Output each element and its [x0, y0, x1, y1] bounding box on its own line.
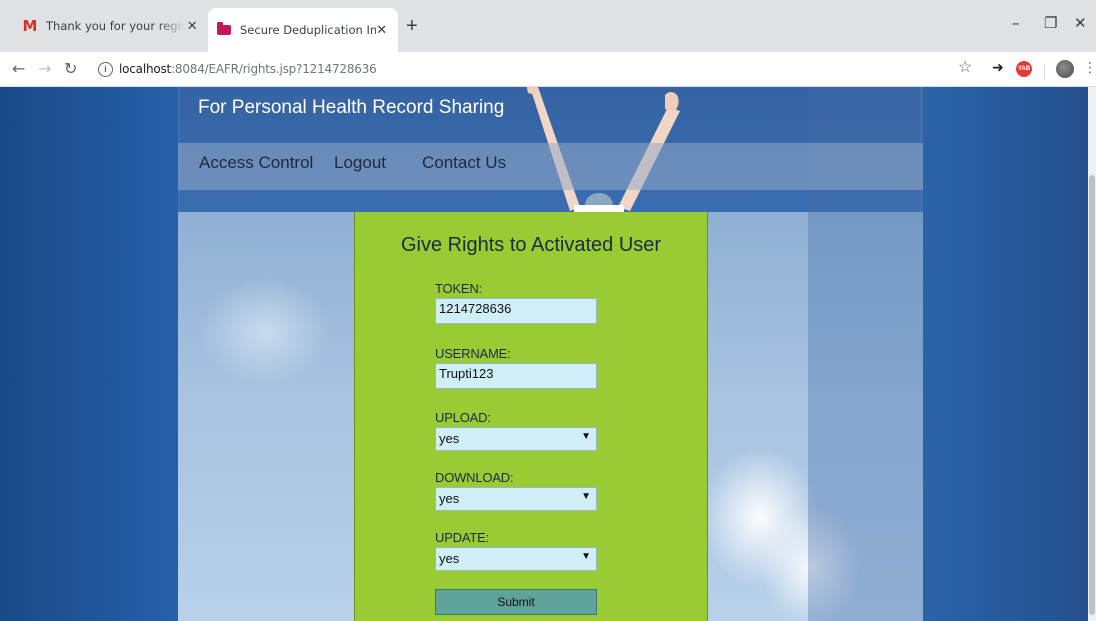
back-arrow-icon[interactable]: ← [12, 59, 25, 78]
upload-label: UPLOAD: [435, 410, 491, 425]
download-select[interactable]: yes ▼ [435, 487, 597, 511]
cloud-image [200, 277, 330, 387]
extension-icon[interactable]: YAB [1016, 61, 1032, 77]
token-label: TOKEN: [435, 281, 482, 296]
username-field[interactable]: Trupti123 [435, 363, 597, 389]
page-viewport: For Personal Health Record Sharing Acces… [0, 87, 1096, 621]
minimize-icon[interactable]: – [1012, 14, 1020, 32]
rights-form: Give Rights to Activated User TOKEN: 121… [354, 212, 708, 621]
submit-button[interactable]: Submit [435, 589, 597, 615]
update-select[interactable]: yes ▼ [435, 547, 597, 571]
update-label: UPDATE: [435, 530, 489, 545]
browser-toolbar: ← → ↻ i localhost:8084/EAFR/rights.jsp?1… [0, 52, 1096, 87]
url-path: :8084/EAFR/rights.jsp?1214728636 [171, 62, 377, 76]
nav-logout[interactable]: Logout [334, 153, 386, 173]
download-label: DOWNLOAD: [435, 470, 514, 485]
tab-title: Thank you for your registration w [46, 19, 187, 33]
scrollbar-thumb[interactable] [1089, 175, 1095, 615]
gmail-icon: M [22, 17, 38, 35]
download-selected-value: yes [439, 491, 460, 506]
reload-icon[interactable]: ↻ [64, 59, 77, 78]
main-nav: Access Control Logout Contact Us [178, 143, 923, 190]
bookmark-star-icon[interactable]: ☆ [958, 57, 972, 77]
forward-arrow-icon[interactable]: → [38, 59, 51, 78]
info-icon[interactable]: i [98, 61, 113, 77]
toolbar-divider [1044, 64, 1045, 80]
dropdown-arrow-icon: ▼ [581, 551, 591, 562]
folder-icon [216, 22, 232, 38]
upload-selected-value: yes [439, 431, 460, 446]
update-selected-value: yes [439, 551, 460, 566]
share-arrow-icon[interactable]: ➜ [992, 59, 1004, 76]
background-left [0, 87, 180, 621]
upload-select[interactable]: yes ▼ [435, 427, 597, 451]
dropdown-arrow-icon: ▼ [581, 431, 591, 442]
form-heading: Give Rights to Activated User [400, 234, 662, 256]
tab-gmail[interactable]: M Thank you for your registration w ✕ [14, 8, 208, 44]
site-title: For Personal Health Record Sharing [198, 97, 505, 118]
close-window-icon[interactable]: ✕ [1074, 14, 1087, 32]
username-label: USERNAME: [435, 346, 511, 361]
restore-icon[interactable]: ❐ [1044, 14, 1057, 32]
address-bar[interactable]: i localhost:8084/EAFR/rights.jsp?1214728… [98, 57, 978, 81]
url-host: localhost [119, 62, 172, 76]
close-tab-icon[interactable]: ✕ [186, 19, 198, 34]
close-tab-icon[interactable]: ✕ [376, 23, 388, 38]
tab-title: Secure Deduplication In Cloud [240, 23, 376, 37]
background-right [920, 87, 1096, 621]
dropdown-arrow-icon: ▼ [581, 491, 591, 502]
nav-contact-us[interactable]: Contact Us [422, 153, 506, 173]
tab-secure-deduplication[interactable]: Secure Deduplication In Cloud ✕ [208, 8, 398, 52]
nav-access-control[interactable]: Access Control [199, 153, 313, 173]
profile-avatar[interactable] [1056, 60, 1074, 78]
tab-strip: M Thank you for your registration w ✕ Se… [0, 0, 1096, 52]
url-text: localhost:8084/EAFR/rights.jsp?121472863… [119, 62, 377, 76]
token-field[interactable]: 1214728636 [435, 298, 597, 324]
new-tab-button[interactable]: + [406, 16, 418, 36]
menu-dots-icon[interactable]: ⋮ [1083, 60, 1096, 76]
